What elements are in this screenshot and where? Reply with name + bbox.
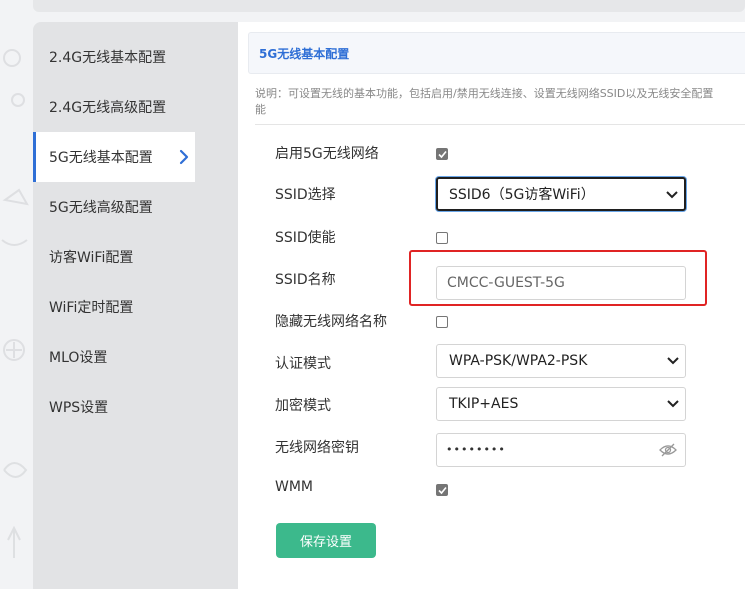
hide-ssid-label: 隐藏无线网络名称 [275,314,387,330]
main-panel: 5G无线基本配置 说明：可设置无线的基本功能，包括启用/禁用无线连接、设置无线网… [238,22,745,589]
sidebar-item-label: MLO设置 [49,350,108,366]
description-note: 说明：可设置无线的基本功能，包括启用/禁用无线连接、设置无线网络SSID以及无线… [255,87,714,100]
save-settings-button[interactable]: 保存设置 [276,523,376,558]
sidebar-item-label: WPS设置 [49,400,109,416]
sidebar: 2.4G无线基本配置 2.4G无线高级配置 5G无线基本配置 5G无线高级配置 … [33,22,238,589]
sidebar-item-wifi-schedule[interactable]: WiFi定时配置 [33,282,195,332]
wmm-checkbox[interactable] [436,484,448,496]
encrypt-mode-label: 加密模式 [275,398,331,414]
password-label: 无线网络密钥 [275,440,359,456]
sidebar-item-5g-advanced[interactable]: 5G无线高级配置 [33,182,195,232]
sidebar-item-wps[interactable]: WPS设置 [33,382,195,432]
password-mask: •••••••• [446,443,506,456]
sidebar-item-label: WiFi定时配置 [49,300,134,316]
enable-5g-checkbox[interactable] [436,148,448,160]
hide-ssid-checkbox[interactable] [436,316,448,328]
divider [255,124,745,125]
chevron-down-icon [666,191,678,199]
ssid-enable-label: SSID使能 [275,230,336,246]
sidebar-item-label: 5G无线基本配置 [49,150,153,166]
chevron-right-icon [179,149,189,165]
encrypt-mode-value: TKIP+AES [449,396,519,412]
check-icon [438,486,447,495]
chevron-down-icon [667,400,679,408]
description-note-continued: 能 [255,103,266,116]
sidebar-item-label: 2.4G无线基本配置 [49,50,167,66]
ssid-enable-checkbox[interactable] [436,232,448,244]
enable-5g-label: 启用5G无线网络 [275,146,379,162]
check-icon [438,150,447,159]
top-bar [33,0,745,12]
section-title: 5G无线基本配置 [259,47,350,61]
ssid-select-label: SSID选择 [275,187,336,203]
auth-mode-select[interactable]: WPA-PSK/WPA2-PSK [436,344,686,378]
sidebar-item-label: 5G无线高级配置 [49,200,153,216]
sidebar-item-24g-advanced[interactable]: 2.4G无线高级配置 [33,82,195,132]
sidebar-item-mlo[interactable]: MLO设置 [33,332,195,382]
chevron-down-icon [667,357,679,365]
auth-mode-value: WPA-PSK/WPA2-PSK [449,353,588,369]
sidebar-item-24g-basic[interactable]: 2.4G无线基本配置 [33,32,195,82]
encrypt-mode-select[interactable]: TKIP+AES [436,387,686,421]
sidebar-item-label: 访客WiFi配置 [49,250,134,266]
sidebar-item-guest-wifi[interactable]: 访客WiFi配置 [33,232,195,282]
eye-off-icon[interactable] [659,443,677,457]
section-header: 5G无线基本配置 [248,32,745,74]
ssid-select-value: SSID6（5G访客WiFi） [449,187,595,203]
auth-mode-label: 认证模式 [275,356,331,372]
wmm-label: WMM [275,479,314,495]
ssid-name-label: SSID名称 [275,272,336,288]
ssid-select[interactable]: SSID6（5G访客WiFi） [436,177,686,211]
sidebar-item-label: 2.4G无线高级配置 [49,100,167,116]
sidebar-item-5g-basic[interactable]: 5G无线基本配置 [33,132,195,182]
highlight-annotation [409,250,707,306]
